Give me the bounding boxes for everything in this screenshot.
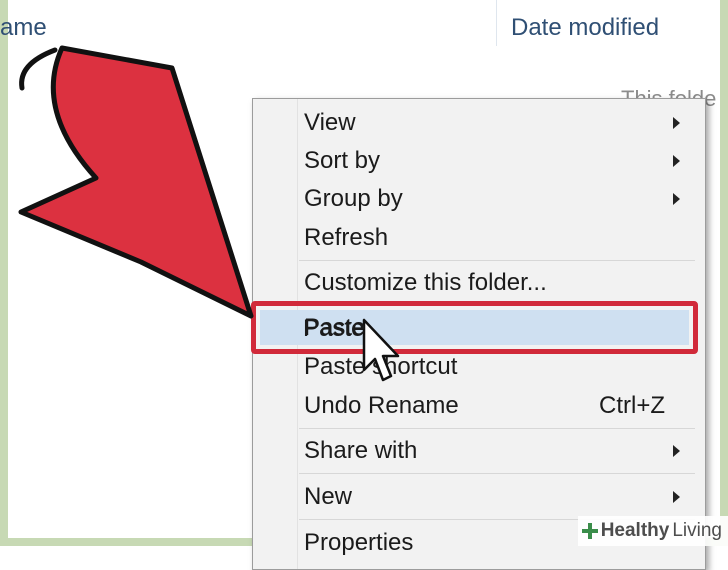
menu-item-label: Paste (303, 315, 365, 342)
paste-label-overlay: Paste (303, 311, 693, 347)
watermark-brand-rest: Living (672, 520, 722, 541)
watermark: Healthy Living (577, 516, 728, 546)
red-pointer-arrow-icon (18, 45, 254, 319)
healthy-living-logo-icon (581, 523, 598, 539)
watermark-brand-bold: Healthy (600, 520, 670, 541)
